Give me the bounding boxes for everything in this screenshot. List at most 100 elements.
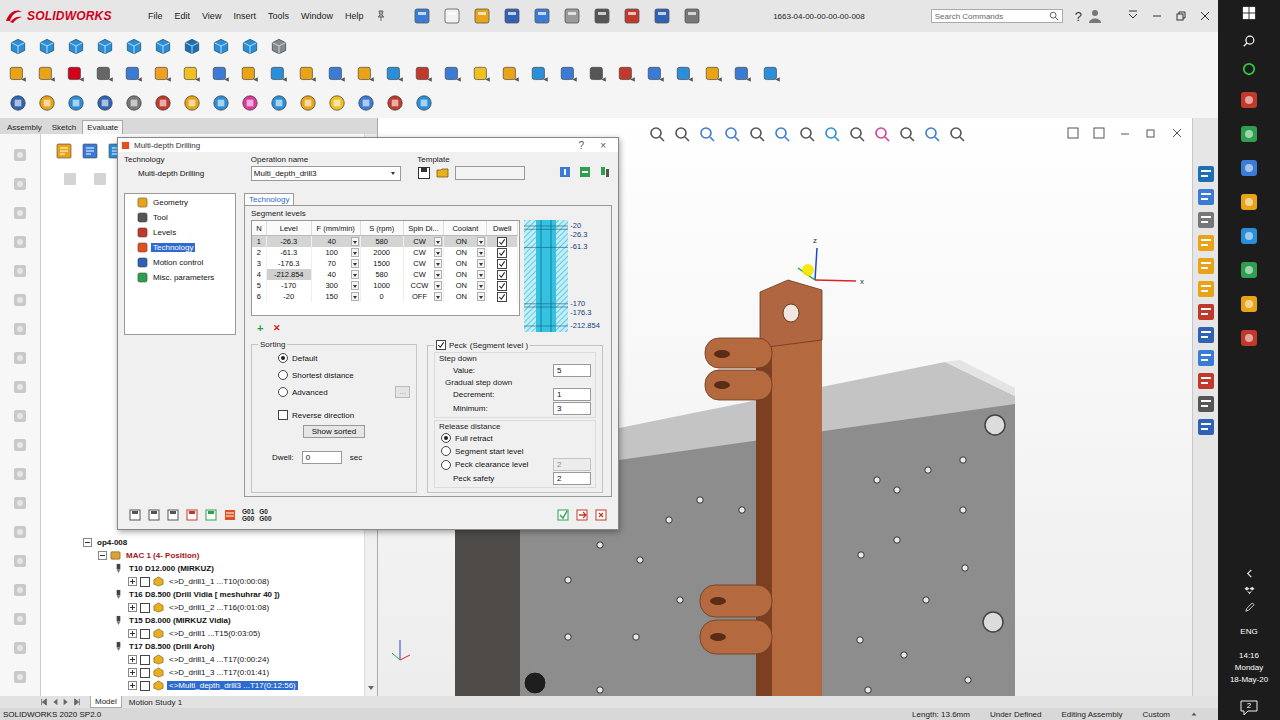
cam-command-icon[interactable] xyxy=(211,93,231,113)
cam-tree-icon[interactable] xyxy=(11,465,29,483)
quick-access-icon[interactable] xyxy=(443,7,461,25)
show-sorted-button[interactable]: Show sorted xyxy=(303,425,365,438)
spin-direction-cell[interactable]: CW xyxy=(403,269,444,280)
cam-command-icon[interactable] xyxy=(327,93,347,113)
command-tab[interactable]: Assembly xyxy=(3,121,46,134)
tool-command-icon[interactable] xyxy=(153,64,173,84)
view-tool-icon[interactable] xyxy=(723,125,741,143)
segment-row[interactable]: 1-26.340580CWON xyxy=(252,236,518,248)
view-tool-icon[interactable] xyxy=(748,125,766,143)
operation-checkbox[interactable] xyxy=(140,668,150,678)
menu-item[interactable]: Help xyxy=(345,11,364,21)
cam-command-icon[interactable] xyxy=(124,93,144,113)
close-icon[interactable] xyxy=(1170,126,1184,140)
scroll-down-icon[interactable] xyxy=(367,684,375,692)
column-header[interactable]: Level xyxy=(266,221,311,236)
tree-item[interactable]: T15 D8.000 (MIRKUZ Vidia) xyxy=(41,614,364,627)
cam-command-icon[interactable] xyxy=(356,93,376,113)
checkbox[interactable] xyxy=(278,410,288,420)
tool-parameters-icon[interactable] xyxy=(598,165,612,179)
technology-tab[interactable]: Technology xyxy=(244,193,294,205)
tool-command-icon[interactable] xyxy=(385,64,405,84)
dialog-action-icon[interactable] xyxy=(204,508,218,522)
view-tool-icon[interactable] xyxy=(698,125,716,143)
view-tool-icon[interactable] xyxy=(923,125,941,143)
tree-item[interactable]: MAC 1 (4- Position) xyxy=(41,549,364,562)
tool-command-icon[interactable] xyxy=(443,64,463,84)
task-pane-icon[interactable] xyxy=(1196,279,1216,299)
quick-access-icon[interactable] xyxy=(563,7,581,25)
radio-button[interactable] xyxy=(441,460,451,470)
task-pane-icon[interactable] xyxy=(1196,348,1216,368)
tool-command-icon[interactable] xyxy=(269,64,289,84)
tool-command-icon[interactable] xyxy=(298,64,318,84)
task-pane-icon[interactable] xyxy=(1196,325,1216,345)
cam-command-icon[interactable] xyxy=(385,93,405,113)
column-header[interactable]: Spin Di... xyxy=(403,221,444,236)
tool-command-icon[interactable] xyxy=(617,64,637,84)
sorting-option[interactable]: Default xyxy=(258,351,410,365)
task-view-icon[interactable] xyxy=(1242,62,1256,76)
model-tab[interactable]: Motion Study 1 xyxy=(125,697,186,708)
speed-cell[interactable]: 580 xyxy=(360,269,403,280)
task-pane-icon[interactable] xyxy=(1196,233,1216,253)
assembly-command-icon[interactable] xyxy=(240,36,260,56)
quick-access-icon[interactable] xyxy=(653,7,671,25)
tool-command-icon[interactable] xyxy=(501,64,521,84)
dwell-checkbox[interactable] xyxy=(497,259,507,269)
dropdown-arrow-icon[interactable] xyxy=(477,259,485,268)
radio-button[interactable] xyxy=(441,446,451,456)
first-tab-icon[interactable] xyxy=(40,698,48,706)
quick-access-icon[interactable] xyxy=(473,7,491,25)
dropdown-arrow-icon[interactable] xyxy=(390,169,400,178)
advanced-sorting-button[interactable]: ... xyxy=(395,386,410,398)
cam-command-icon[interactable] xyxy=(298,93,318,113)
column-header[interactable]: F (mm/min) xyxy=(311,221,360,236)
dialog-action-icon[interactable] xyxy=(128,508,142,522)
manager-tool-icon[interactable] xyxy=(61,170,79,188)
clock[interactable]: 14:16 Monday 18-May-20 xyxy=(1230,650,1268,686)
show-hidden-icons-icon[interactable] xyxy=(1244,568,1255,579)
tool-command-icon[interactable] xyxy=(762,64,782,84)
tool-command-icon[interactable] xyxy=(559,64,579,84)
release-option[interactable]: Full retract xyxy=(439,432,591,444)
menu-item[interactable]: Edit xyxy=(175,11,191,21)
restore-icon[interactable] xyxy=(1174,9,1188,23)
column-header[interactable]: Coolant xyxy=(444,221,487,236)
delete-segment-button[interactable]: ✕ xyxy=(273,323,281,333)
pen-icon[interactable] xyxy=(1244,602,1255,613)
dwell-cell[interactable] xyxy=(487,291,518,302)
dropdown-arrow-icon[interactable] xyxy=(434,292,442,301)
task-pane-icon[interactable] xyxy=(1196,256,1216,276)
menu-item[interactable]: View xyxy=(202,11,221,21)
tool-command-icon[interactable] xyxy=(704,64,724,84)
cam-command-icon[interactable] xyxy=(95,93,115,113)
speed-cell[interactable]: 1000 xyxy=(360,280,403,291)
dwell-cell[interactable] xyxy=(487,247,518,258)
dropdown-arrow-icon[interactable] xyxy=(434,281,442,290)
operation-checkbox[interactable] xyxy=(140,629,150,639)
open-template-icon[interactable] xyxy=(436,166,450,180)
units-menu-icon[interactable] xyxy=(1190,710,1198,718)
cam-tree-icon[interactable] xyxy=(11,407,29,425)
task-pane-icon[interactable] xyxy=(1196,164,1216,184)
parameter-page-item[interactable]: Misc. parameters xyxy=(137,271,235,284)
dwell-checkbox[interactable] xyxy=(497,237,507,247)
cam-tree-icon[interactable] xyxy=(11,349,29,367)
dwell-checkbox[interactable] xyxy=(497,270,507,280)
dropdown-arrow-icon[interactable] xyxy=(434,270,442,279)
windows-start-icon[interactable] xyxy=(1242,6,1256,20)
tool-command-icon[interactable] xyxy=(66,64,86,84)
parameter-page-item[interactable]: Geometry xyxy=(137,196,235,209)
decrement-field[interactable]: 1 xyxy=(553,388,591,401)
taskbar-app-icon[interactable] xyxy=(1239,158,1259,178)
dropdown-arrow-icon[interactable] xyxy=(477,237,485,246)
sorting-option[interactable]: Shortest distance xyxy=(258,368,410,382)
view-tool-icon[interactable] xyxy=(873,125,891,143)
cam-tree-icon[interactable] xyxy=(11,233,29,251)
operation-checkbox[interactable] xyxy=(140,577,150,587)
segment-row[interactable]: 3-176.3701500CWON xyxy=(252,258,518,269)
reverse-direction-option[interactable]: Reverse direction xyxy=(258,408,410,422)
next-tab-icon[interactable] xyxy=(62,698,70,706)
dropdown-arrow-icon[interactable] xyxy=(477,248,485,257)
